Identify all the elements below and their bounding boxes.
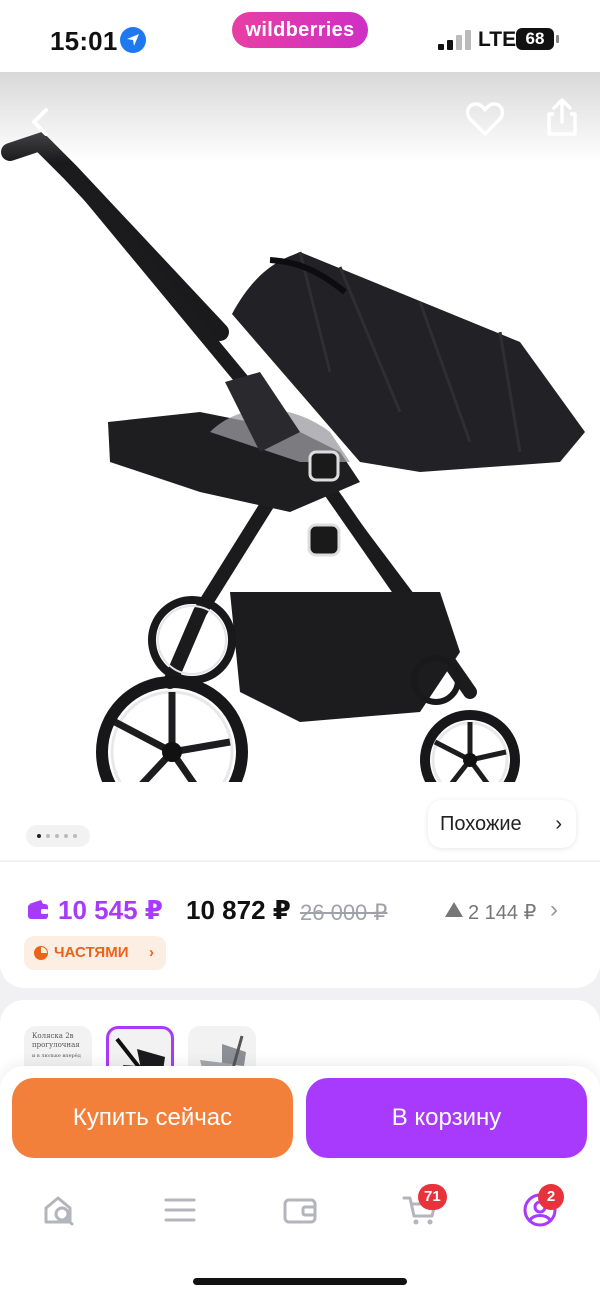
menu-icon (164, 1198, 196, 1222)
profile-badge: 2 (538, 1184, 564, 1210)
price-up-icon (445, 902, 463, 917)
tab-cart[interactable]: 71 (390, 1184, 450, 1234)
price-delta[interactable]: 2 144 ₽ (468, 900, 536, 925)
tab-profile[interactable]: 2 (510, 1184, 570, 1234)
chevron-right-icon[interactable]: › (550, 896, 558, 924)
home-indicator (193, 1278, 407, 1285)
favorite-button[interactable] (462, 96, 508, 142)
installments-label: ЧАСТЯМИ (54, 944, 129, 961)
product-gallery[interactable]: Похожие › (0, 72, 600, 860)
old-price: 26 000 ₽ (300, 900, 388, 925)
current-price: 10 872 ₽ (186, 895, 291, 925)
tab-home[interactable] (30, 1184, 90, 1234)
share-icon (547, 98, 577, 136)
location-arrow-icon (120, 27, 146, 53)
chevron-right-icon: › (555, 813, 562, 835)
add-to-cart-button[interactable]: В корзину (306, 1078, 587, 1158)
tab-catalog[interactable] (150, 1184, 210, 1234)
price-card: 10 545 ₽ 10 872 ₽ 26 000 ₽ 2 144 ₽ › ЧАС… (0, 862, 600, 988)
status-time: 15:01 (50, 26, 118, 56)
chevron-left-icon (32, 108, 48, 136)
hero-shade (0, 72, 600, 162)
stroller-image (1, 132, 585, 782)
share-button[interactable] (540, 94, 584, 140)
heart-icon (465, 102, 505, 136)
thumbnail-caption: Коляска 2в прогулочная (32, 1032, 80, 1049)
signal-icon (438, 30, 472, 50)
back-button[interactable] (18, 98, 62, 142)
cart-badge: 71 (418, 1184, 447, 1210)
pie-icon (34, 946, 48, 960)
chevron-right-icon: › (149, 944, 154, 961)
similar-button[interactable]: Похожие › (428, 800, 576, 848)
wallet-icon (283, 1198, 317, 1224)
app-badge[interactable]: wildberries (232, 12, 368, 48)
battery-icon: 68 (516, 28, 554, 50)
action-bar: Купить сейчас В корзину (0, 1066, 600, 1172)
wallet-price: 10 545 ₽ (58, 895, 163, 925)
thumbnail-subcaption: и в люльке вперёд (32, 1053, 81, 1059)
similar-label: Похожие (440, 813, 522, 835)
buy-now-button[interactable]: Купить сейчас (12, 1078, 293, 1158)
wallet-icon (28, 900, 48, 919)
home-search-icon (44, 1196, 74, 1226)
network-label: LTE (478, 28, 517, 51)
gallery-dots (26, 825, 90, 847)
installments-button[interactable]: ЧАСТЯМИ › (24, 936, 166, 970)
status-bar: 15:01 wildberries LTE 68 (0, 0, 600, 72)
battery-cap (556, 35, 559, 43)
tab-wallet[interactable] (270, 1184, 330, 1234)
